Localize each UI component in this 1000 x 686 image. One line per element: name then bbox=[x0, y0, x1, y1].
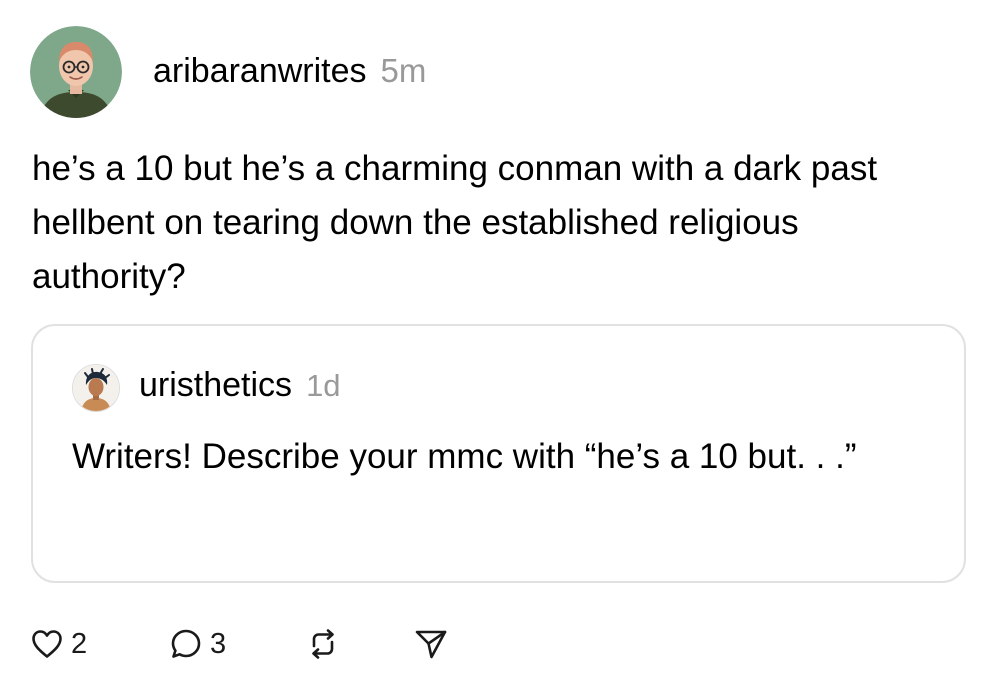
quoted-author-line: uristhetics 1d bbox=[139, 366, 341, 410]
quoted-author-name[interactable]: uristhetics bbox=[139, 366, 292, 405]
share-icon bbox=[413, 626, 449, 662]
author-name[interactable]: aribaranwrites bbox=[153, 52, 367, 91]
post-body: he’s a 10 but he’s a charming conman wit… bbox=[32, 149, 878, 296]
like-button[interactable]: 2 bbox=[31, 618, 87, 670]
author-line: aribaranwrites 5m bbox=[153, 52, 426, 96]
quoted-post-card[interactable]: uristhetics 1d Writers! Describe your mm… bbox=[31, 324, 966, 583]
quoted-author-avatar[interactable] bbox=[72, 364, 120, 412]
post: aribaranwrites 5m he’s a 10 but he’s a c… bbox=[0, 0, 1000, 686]
reply-count: 3 bbox=[210, 627, 227, 660]
quoted-post-body: Writers! Describe your mmc with “he’s a … bbox=[72, 437, 857, 476]
share-button[interactable] bbox=[413, 618, 449, 670]
like-count: 2 bbox=[71, 627, 88, 660]
repost-button[interactable] bbox=[305, 618, 341, 670]
quoted-timestamp: 1d bbox=[306, 368, 341, 403]
post-timestamp: 5m bbox=[380, 52, 427, 89]
reply-button[interactable]: 3 bbox=[170, 618, 226, 670]
repost-icon bbox=[305, 626, 341, 662]
comment-icon bbox=[170, 628, 202, 660]
author-avatar[interactable] bbox=[30, 26, 122, 118]
heart-icon bbox=[31, 629, 63, 659]
